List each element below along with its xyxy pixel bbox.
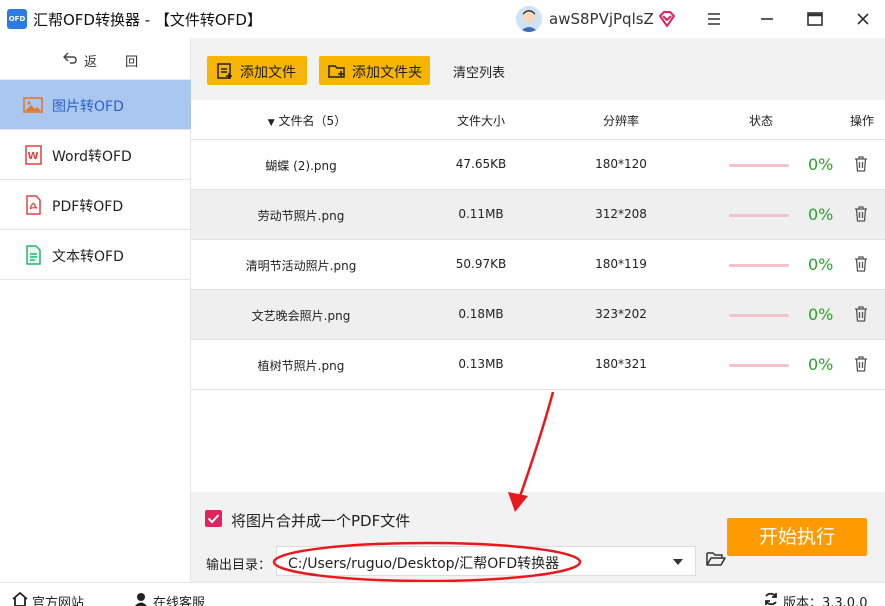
refresh-icon: [765, 592, 777, 606]
chevron-down-icon: [673, 559, 683, 565]
progress-bar: [729, 264, 789, 267]
back-button[interactable]: 返 回: [0, 38, 191, 80]
sidebar-item-pdf-to-ofd[interactable]: PDF转OFD: [0, 180, 191, 230]
progress-bar: [729, 164, 789, 167]
text-file-icon: [26, 245, 41, 265]
output-panel: 将图片合并成一个PDF文件 输出目录： C:/Users/ruguo/Deskt…: [191, 492, 885, 582]
vip-diamond-icon[interactable]: [657, 9, 677, 29]
delete-icon[interactable]: [854, 306, 868, 322]
column-header-size: 文件大小: [456, 114, 506, 128]
progress-percent: 0%: [808, 255, 834, 274]
table-row[interactable]: 文艺晚会照片.png 0.18MB 323*202 0%: [191, 290, 885, 340]
column-header-action: 操作: [849, 114, 875, 128]
progress-bar: [729, 364, 789, 367]
online-support-link[interactable]: 在线客服: [133, 592, 205, 606]
column-header-resolution: 分辨率: [602, 114, 640, 128]
sidebar-item-text-to-ofd[interactable]: 文本转OFD: [0, 230, 191, 280]
table-row[interactable]: 劳动节照片.png 0.11MB 312*208 0%: [191, 190, 885, 240]
svg-text:W: W: [28, 151, 39, 162]
file-size: 0.11MB: [458, 207, 504, 221]
sidebar-item-label: 图片转OFD: [52, 99, 124, 115]
title-bar: OFD 汇帮OFD转换器 - 【文件转OFD】 awS8PVjPqlsZ: [0, 0, 885, 38]
file-name: 劳动节照片.png: [257, 209, 345, 223]
file-resolution: 323*202: [595, 307, 647, 321]
progress-bar: [729, 214, 789, 217]
sidebar-item-label: Word转OFD: [52, 149, 132, 165]
avatar-icon: [516, 6, 542, 32]
add-file-label: 添加文件: [240, 65, 296, 81]
word-icon: W: [25, 145, 42, 165]
delete-icon[interactable]: [854, 156, 868, 172]
start-button[interactable]: 开始执行: [727, 518, 867, 556]
back-label: 返 回: [84, 55, 151, 70]
close-icon[interactable]: [852, 8, 874, 30]
file-name: 文艺晚会照片.png: [251, 309, 351, 323]
delete-icon[interactable]: [854, 256, 868, 272]
sidebar-item-word-to-ofd[interactable]: W Word转OFD: [0, 130, 191, 180]
column-header-status: 状态: [748, 114, 774, 128]
file-name: 蝴蝶 (2).png: [265, 159, 337, 173]
merge-label[interactable]: 将图片合并成一个PDF文件: [231, 510, 410, 531]
avatar[interactable]: [516, 6, 542, 32]
support-agent-icon: [135, 593, 147, 606]
file-size: 50.97KB: [455, 257, 507, 271]
sidebar-item-image-to-ofd[interactable]: 图片转OFD: [0, 80, 191, 130]
output-dir-label: 输出目录：: [206, 558, 272, 573]
add-folder-button[interactable]: 添加文件夹: [319, 56, 430, 85]
column-header-name[interactable]: ▼ 文件名（5）: [268, 112, 346, 129]
delete-icon[interactable]: [854, 206, 868, 222]
pdf-icon: [26, 195, 41, 215]
file-resolution: 180*120: [595, 157, 647, 171]
clear-list-button[interactable]: 清空列表: [453, 62, 505, 81]
username[interactable]: awS8PVjPqlsZ: [549, 10, 654, 28]
official-website-link[interactable]: 官方网站: [12, 591, 84, 606]
merge-checkbox[interactable]: [205, 510, 222, 527]
output-dir-value: C:/Users/ruguo/Desktop/汇帮OFD转换器: [288, 556, 560, 572]
output-dir-select[interactable]: C:/Users/ruguo/Desktop/汇帮OFD转换器: [276, 546, 696, 576]
file-name: 植树节照片.png: [257, 359, 345, 373]
table-row[interactable]: 蝴蝶 (2).png 47.65KB 180*120 0%: [191, 140, 885, 190]
status-bar: 官方网站 在线客服 版本：3.3.0.0: [0, 582, 885, 606]
minimize-icon[interactable]: [756, 8, 778, 30]
maximize-icon[interactable]: [804, 8, 826, 30]
home-icon: [12, 591, 28, 606]
file-size: 47.65KB: [455, 157, 507, 171]
image-icon: [23, 97, 43, 113]
file-resolution: 180*321: [595, 357, 647, 371]
open-folder-icon[interactable]: [706, 550, 726, 568]
file-name: 清明节活动照片.png: [245, 259, 357, 273]
progress-percent: 0%: [808, 355, 834, 374]
sort-down-icon: ▼: [267, 118, 275, 128]
table-row[interactable]: 清明节活动照片.png 50.97KB 180*119 0%: [191, 240, 885, 290]
window-title: 汇帮OFD转换器 - 【文件转OFD】: [33, 11, 262, 29]
back-arrow-icon: [63, 52, 77, 64]
progress-percent: 0%: [808, 305, 834, 324]
table-header: ▼ 文件名（5） 文件大小 分辨率 状态 操作: [191, 100, 885, 140]
sidebar: 返 回 图片转OFD W Word转OFD PDF转OFD 文本转OFD: [0, 38, 191, 582]
sidebar-item-label: PDF转OFD: [52, 199, 124, 215]
progress-percent: 0%: [808, 205, 834, 224]
delete-icon[interactable]: [854, 356, 868, 372]
annotation-arrow: [515, 391, 555, 506]
file-resolution: 180*119: [595, 257, 647, 271]
menu-icon[interactable]: [703, 8, 725, 30]
add-folder-label: 添加文件夹: [352, 65, 422, 81]
progress-bar: [729, 314, 789, 317]
version-info[interactable]: 版本：3.3.0.0: [763, 592, 867, 606]
add-file-button[interactable]: 添加文件: [207, 56, 307, 85]
checkmark-icon: [207, 514, 220, 524]
sidebar-item-label: 文本转OFD: [52, 249, 124, 265]
progress-percent: 0%: [808, 155, 834, 174]
toolbar: 添加文件 添加文件夹 清空列表: [191, 38, 885, 100]
file-size: 0.18MB: [458, 307, 504, 321]
file-size: 0.13MB: [458, 357, 504, 371]
add-folder-icon: [328, 65, 345, 78]
file-resolution: 312*208: [595, 207, 647, 221]
table-row[interactable]: 植树节照片.png 0.13MB 180*321 0%: [191, 340, 885, 390]
add-file-icon: [217, 63, 232, 79]
app-logo: OFD: [7, 9, 27, 29]
